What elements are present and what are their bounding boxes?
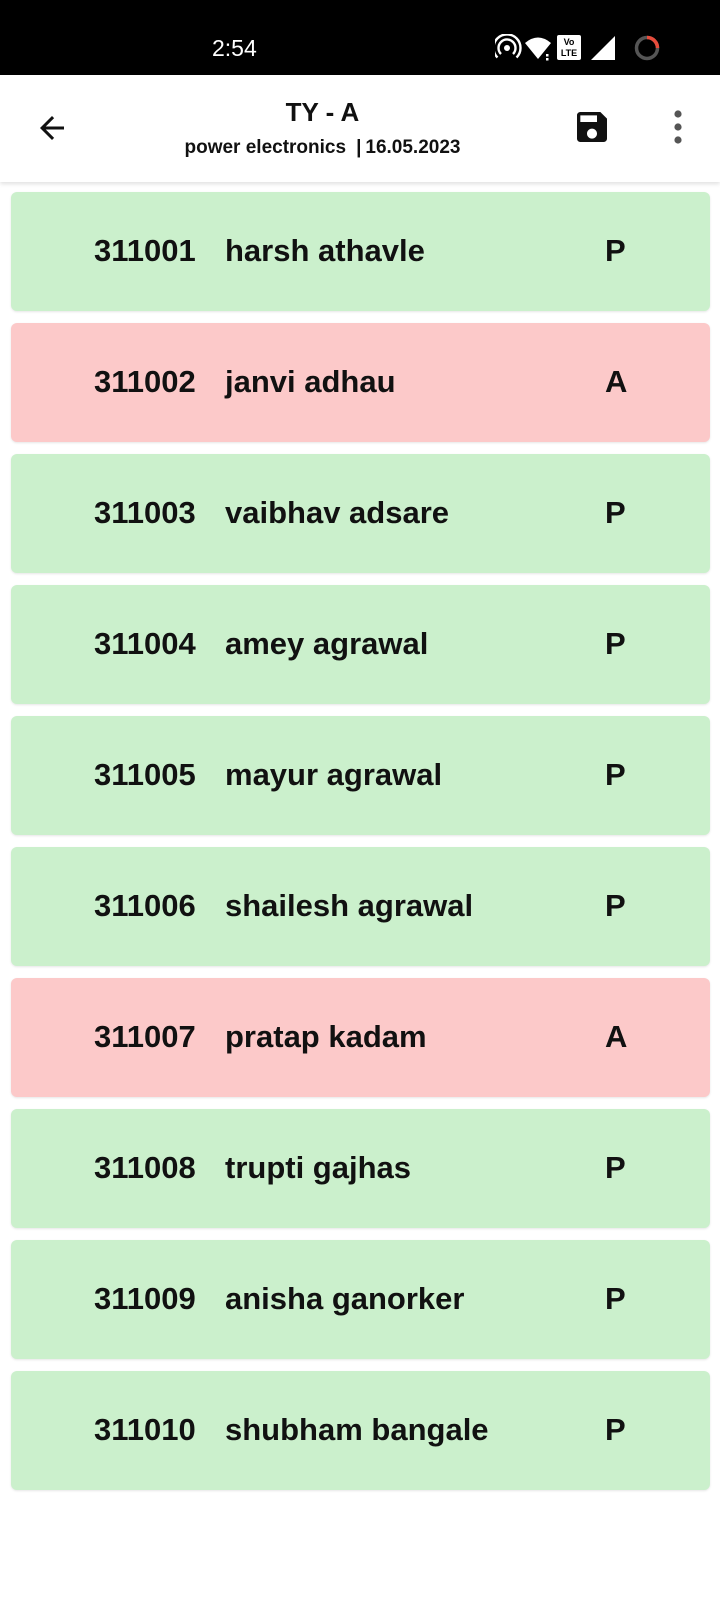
- attendance-row[interactable]: 311009 anisha ganorker P: [11, 1240, 710, 1359]
- attendance-status: P: [605, 757, 626, 792]
- page-subtitle: power electronics | 16.05.2023: [0, 137, 645, 159]
- page-title: TY - A: [285, 97, 360, 127]
- save-button[interactable]: [570, 105, 614, 149]
- student-name: anisha ganorker: [225, 1281, 465, 1316]
- subject-label: power electronics: [184, 137, 347, 158]
- attendance-list: 311001 harsh athavle P 311002 janvi adhau A …: [11, 192, 710, 1502]
- attendance-row[interactable]: 311003 vaibhav adsare P: [11, 454, 710, 573]
- roll-number: 311010: [94, 1412, 196, 1447]
- roll-number: 311008: [94, 1150, 196, 1185]
- roll-number: 311004: [94, 626, 196, 661]
- roll-number: 311009: [94, 1281, 196, 1316]
- attendance-status: P: [605, 888, 626, 923]
- wifi-icon: [525, 37, 551, 61]
- attendance-row[interactable]: 311002 janvi adhau A: [11, 323, 710, 442]
- student-name: trupti gajhas: [225, 1150, 412, 1185]
- roll-number: 311001: [94, 233, 196, 268]
- student-name: janvi adhau: [225, 364, 396, 399]
- attendance-row[interactable]: 311007 pratap kadam A: [11, 978, 710, 1097]
- more-vert-icon: [674, 110, 682, 144]
- attendance-row[interactable]: 311006 shailesh agrawal P: [11, 847, 710, 966]
- student-name: shubham bangale: [225, 1412, 489, 1447]
- status-icons: Vo LTE: [495, 34, 660, 61]
- save-icon: [577, 112, 607, 142]
- attendance-status: P: [605, 495, 626, 530]
- hotspot-icon: [495, 34, 522, 59]
- volte-icon: Vo LTE: [557, 35, 581, 60]
- roll-number: 311005: [94, 757, 196, 792]
- student-name: shailesh agrawal: [225, 888, 474, 923]
- attendance-row[interactable]: 311008 trupti gajhas P: [11, 1109, 710, 1228]
- status-time: 2:54: [212, 35, 257, 61]
- attendance-status: P: [605, 233, 626, 268]
- more-options-button[interactable]: [658, 105, 698, 149]
- roll-number: 311003: [94, 495, 196, 530]
- subtitle-separator: |: [356, 137, 362, 158]
- volte-text-vo: Vo: [564, 37, 575, 47]
- attendance-row[interactable]: 311010 shubham bangale P: [11, 1371, 710, 1490]
- date-label: 16.05.2023: [365, 137, 461, 158]
- student-name: amey agrawal: [225, 626, 429, 661]
- status-bar: 2:54 Vo LTE: [0, 0, 720, 75]
- attendance-row[interactable]: 311005 mayur agrawal P: [11, 716, 710, 835]
- attendance-row[interactable]: 311004 amey agrawal P: [11, 585, 710, 704]
- roll-number: 311002: [94, 364, 196, 399]
- student-name: harsh athavle: [225, 233, 425, 268]
- volte-text-lte: LTE: [561, 48, 577, 58]
- signal-icon: [591, 36, 615, 60]
- student-name: mayur agrawal: [225, 757, 443, 792]
- attendance-status: P: [605, 1150, 626, 1185]
- student-name: pratap kadam: [225, 1019, 427, 1054]
- attendance-status: P: [605, 626, 626, 661]
- student-name: vaibhav adsare: [225, 495, 450, 530]
- app-bar: TY - A power electronics | 16.05.2023: [0, 75, 720, 182]
- attendance-status: P: [605, 1281, 626, 1316]
- attendance-status: P: [605, 1412, 626, 1447]
- attendance-status: A: [605, 364, 628, 399]
- attendance-status: A: [605, 1019, 628, 1054]
- battery-icon: [634, 35, 660, 61]
- roll-number: 311007: [94, 1019, 196, 1054]
- attendance-row[interactable]: 311001 harsh athavle P: [11, 192, 710, 311]
- roll-number: 311006: [94, 888, 196, 923]
